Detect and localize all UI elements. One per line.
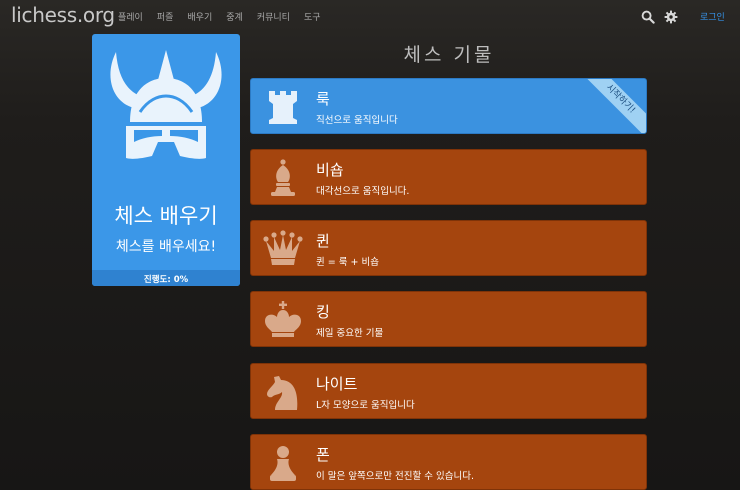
page-title: 체스 기물: [403, 44, 495, 66]
stage-bishop[interactable]: 비숍 대각선으로 움직입니다.: [250, 149, 647, 205]
stage-pawn[interactable]: 폰 이 말은 앞쪽으로만 전진할 수 있습니다.: [250, 434, 647, 490]
sidebar-title: 체스 배우기: [114, 204, 218, 228]
site-logo[interactable]: lichess.org: [11, 3, 115, 27]
nav-learn[interactable]: 배우기: [187, 10, 212, 23]
knight-icon: [263, 372, 303, 412]
viking-helmet-icon: [108, 46, 224, 198]
stage-name: 킹: [316, 303, 330, 321]
stage-description: 이 말은 앞쪽으로만 전진할 수 있습니다.: [316, 471, 474, 482]
progress-bar: 진행도: 0%: [92, 270, 240, 286]
start-ribbon[interactable]: 시작하기!: [577, 79, 646, 133]
stage-description: L자 모양으로 움직입니다: [316, 400, 415, 411]
queen-icon: [263, 229, 303, 269]
gear-icon[interactable]: [664, 9, 678, 24]
stage-name: 룩: [316, 90, 330, 108]
nav-puzzles[interactable]: 퍼즐: [157, 10, 174, 23]
stage-queen[interactable]: 퀸 퀸 = 룩 + 비숍: [250, 220, 647, 276]
login-link[interactable]: 로그인: [700, 10, 725, 23]
king-icon: [263, 300, 303, 340]
progress-label: 진행도: 0%: [143, 275, 189, 285]
nav-community[interactable]: 커뮤니티: [257, 10, 290, 23]
stage-name: 나이트: [316, 375, 358, 393]
stage-description: 직선으로 움직입니다: [316, 115, 398, 126]
stage-king[interactable]: 킹 제일 중요한 기물: [250, 291, 647, 347]
stage-rook[interactable]: 룩 직선으로 움직입니다 시작하기!: [250, 78, 647, 134]
main-menu: 플레이 퍼즐 배우기 중계 커뮤니티 도구: [118, 10, 335, 23]
stage-knight[interactable]: 나이트 L자 모양으로 움직입니다: [250, 363, 647, 419]
search-icon[interactable]: [641, 9, 655, 24]
pawn-icon: [263, 443, 303, 483]
nav-play[interactable]: 플레이: [118, 10, 143, 23]
stage-name: 비숍: [316, 161, 344, 179]
stage-description: 퀸 = 룩 + 비숍: [316, 257, 379, 268]
rook-icon: [263, 87, 303, 127]
sidebar-subtitle: 체스를 배우세요!: [115, 239, 217, 255]
stage-name: 폰: [316, 446, 330, 464]
stage-description: 대각선으로 움직입니다.: [316, 186, 410, 197]
nav-watch[interactable]: 중계: [226, 10, 243, 23]
learn-sidebar-card: 체스 배우기 체스를 배우세요! 진행도: 0%: [92, 34, 240, 286]
stage-name: 퀸: [316, 232, 330, 250]
bishop-icon: [263, 158, 303, 198]
stage-description: 제일 중요한 기물: [316, 328, 384, 339]
top-navigation: lichess.org 플레이 퍼즐 배우기 중계 커뮤니티 도구 로그인: [0, 0, 740, 34]
nav-tools[interactable]: 도구: [304, 10, 321, 23]
